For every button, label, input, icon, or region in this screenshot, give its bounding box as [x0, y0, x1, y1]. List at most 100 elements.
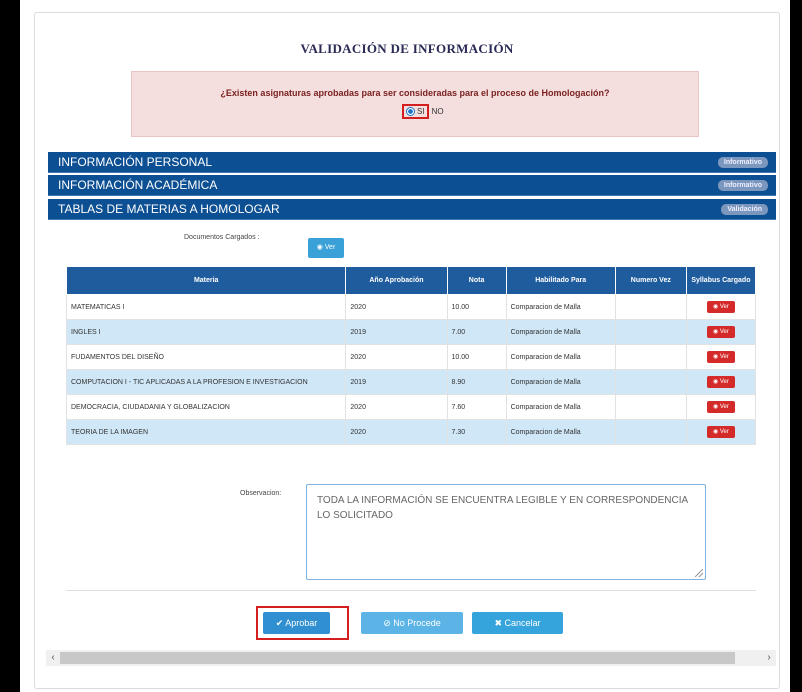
eye-icon: ◉	[712, 304, 719, 310]
subjects-table: Materia Año Aprobación Nota Habilitado P…	[65, 266, 757, 445]
question-text: ¿Existen asignaturas aprobadas para ser …	[220, 88, 610, 98]
column-header: Nota	[446, 266, 507, 295]
section-badge: Informativo	[717, 180, 768, 191]
cell-anio: 2020	[345, 344, 448, 370]
cell-nota: 7.00	[446, 319, 507, 345]
cell-materia: DEMOCRACIA, CIUDADANIA Y GLOBALIZACION	[65, 394, 347, 420]
cell-materia: MATEMATICAS I	[65, 294, 347, 320]
table-row: DEMOCRACIA, CIUDADANIA Y GLOBALIZACION 2…	[65, 394, 757, 420]
view-syllabus-label: Ver	[719, 304, 729, 310]
view-syllabus-button[interactable]: ◉ Ver	[706, 401, 735, 413]
table-row: TEORIA DE LA IMAGEN 2020 7.30 Comparacio…	[65, 419, 757, 445]
cell-materia: COMPUTACION I - TIC APLICADAS A LA PROFE…	[65, 369, 347, 395]
radio-si-label: SI	[417, 107, 425, 116]
resize-handle-icon[interactable]	[695, 569, 703, 577]
view-syllabus-button[interactable]: ◉ Ver	[706, 326, 735, 338]
documents-label: Documentos Cargados :	[184, 234, 260, 241]
observation-textarea[interactable]: TODA LA INFORMACIÓN SE ENCUENTRA LEGIBLE…	[306, 484, 706, 580]
radio-option-si[interactable]: SI	[402, 104, 429, 119]
cell-nota: 10.00	[446, 294, 507, 320]
cell-anio: 2020	[345, 394, 448, 420]
cell-numero-vez	[614, 344, 687, 370]
cell-habilitado: Comparacion de Malla	[505, 294, 616, 320]
eye-icon: ◉	[712, 329, 719, 335]
cell-syllabus: ◉ Ver	[685, 294, 757, 320]
eye-icon: ◉	[712, 379, 719, 385]
view-syllabus-label: Ver	[719, 329, 729, 335]
cell-habilitado: Comparacion de Malla	[505, 344, 616, 370]
column-header: Habilitado Para	[505, 266, 616, 295]
view-syllabus-button[interactable]: ◉ Ver	[706, 301, 735, 313]
eye-icon: ◉	[712, 429, 719, 435]
cancel-label: Cancelar	[504, 618, 541, 628]
no-procede-button[interactable]: ⊘ No Procede	[361, 612, 463, 634]
cell-syllabus: ◉ Ver	[685, 369, 757, 395]
cell-materia: TEORIA DE LA IMAGEN	[65, 419, 347, 445]
cell-habilitado: Comparacion de Malla	[505, 319, 616, 345]
scroll-left-icon[interactable]: ‹	[46, 650, 60, 666]
scrollbar-thumb[interactable]	[60, 652, 735, 664]
column-header: Materia	[65, 266, 347, 295]
approve-label: Aprobar	[285, 618, 318, 628]
cell-materia: FUDAMENTOS DEL DISEÑO	[65, 344, 347, 370]
close-circle-icon: ✖	[494, 618, 502, 628]
cell-numero-vez	[614, 394, 687, 420]
column-header: Año Aprobación	[345, 266, 448, 295]
cell-syllabus: ◉ Ver	[685, 319, 757, 345]
section-informacion-academica[interactable]: INFORMACIÓN ACADÉMICA Informativo	[48, 175, 776, 196]
column-header: Syllabus Cargado	[685, 266, 757, 295]
cell-habilitado: Comparacion de Malla	[505, 369, 616, 395]
radio-no-label: NO	[431, 107, 444, 116]
cell-numero-vez	[614, 369, 687, 395]
dialog-frame: VALIDACIÓN DE INFORMACIÓN ¿Existen asign…	[20, 0, 790, 692]
scroll-right-icon[interactable]: ›	[762, 650, 776, 666]
eye-icon: ◉	[316, 244, 323, 251]
table-row: INGLES I 2019 7.00 Comparacion de Malla …	[65, 319, 757, 345]
horizontal-scrollbar[interactable]: ‹ ›	[46, 650, 776, 666]
table-body: MATEMATICAS I 2020 10.00 Comparacion de …	[65, 294, 757, 445]
eye-icon: ◉	[712, 404, 719, 410]
cell-syllabus: ◉ Ver	[685, 419, 757, 445]
section-label: TABLAS DE MATERIAS A HOMOLOGAR	[58, 202, 280, 216]
table-row: MATEMATICAS I 2020 10.00 Comparacion de …	[65, 294, 757, 320]
section-informacion-personal[interactable]: INFORMACIÓN PERSONAL Informativo	[48, 152, 776, 173]
view-syllabus-button[interactable]: ◉ Ver	[706, 376, 735, 388]
table-header-row: Materia Año Aprobación Nota Habilitado P…	[65, 266, 757, 295]
cell-anio: 2019	[345, 369, 448, 395]
view-syllabus-label: Ver	[719, 429, 729, 435]
approve-button[interactable]: ✔ Aprobar	[263, 612, 330, 634]
cell-materia: INGLES I	[65, 319, 347, 345]
view-documents-label: Ver	[324, 244, 336, 251]
no-procede-label: No Procede	[393, 618, 441, 628]
view-syllabus-button[interactable]: ◉ Ver	[706, 351, 735, 363]
view-syllabus-label: Ver	[719, 354, 729, 360]
cell-habilitado: Comparacion de Malla	[505, 419, 616, 445]
ban-icon: ⊘	[383, 618, 391, 628]
cell-numero-vez	[614, 419, 687, 445]
view-syllabus-button[interactable]: ◉ Ver	[706, 426, 735, 438]
section-tablas-materias[interactable]: TABLAS DE MATERIAS A HOMOLOGAR Validació…	[48, 199, 776, 220]
yes-no-radio-group: SI NO	[402, 104, 444, 119]
cell-anio: 2019	[345, 319, 448, 345]
observation-label: Observacion:	[240, 490, 282, 497]
cell-habilitado: Comparacion de Malla	[505, 394, 616, 420]
section-label: INFORMACIÓN ACADÉMICA	[58, 178, 218, 192]
cell-anio: 2020	[345, 294, 448, 320]
page-title: VALIDACIÓN DE INFORMACIÓN	[300, 41, 514, 56]
table-row: FUDAMENTOS DEL DISEÑO 2020 10.00 Compara…	[65, 344, 757, 370]
check-icon: ✔	[275, 618, 284, 628]
cancel-button[interactable]: ✖ Cancelar	[472, 612, 563, 634]
observation-text: TODA LA INFORMACIÓN SE ENCUENTRA LEGIBLE…	[317, 495, 688, 521]
eye-icon: ◉	[712, 354, 719, 360]
cell-nota: 8.90	[446, 369, 507, 395]
cell-syllabus: ◉ Ver	[685, 394, 757, 420]
view-syllabus-label: Ver	[719, 379, 729, 385]
view-documents-button[interactable]: ◉ Ver	[308, 238, 344, 258]
radio-selected-icon[interactable]	[406, 107, 415, 116]
cell-anio: 2020	[345, 419, 448, 445]
column-header: Numero Vez	[614, 266, 687, 295]
cell-nota: 10.00	[446, 344, 507, 370]
radio-option-no[interactable]: NO	[432, 107, 444, 116]
homologation-question-box: ¿Existen asignaturas aprobadas para ser …	[131, 71, 699, 137]
cell-nota: 7.30	[446, 419, 507, 445]
